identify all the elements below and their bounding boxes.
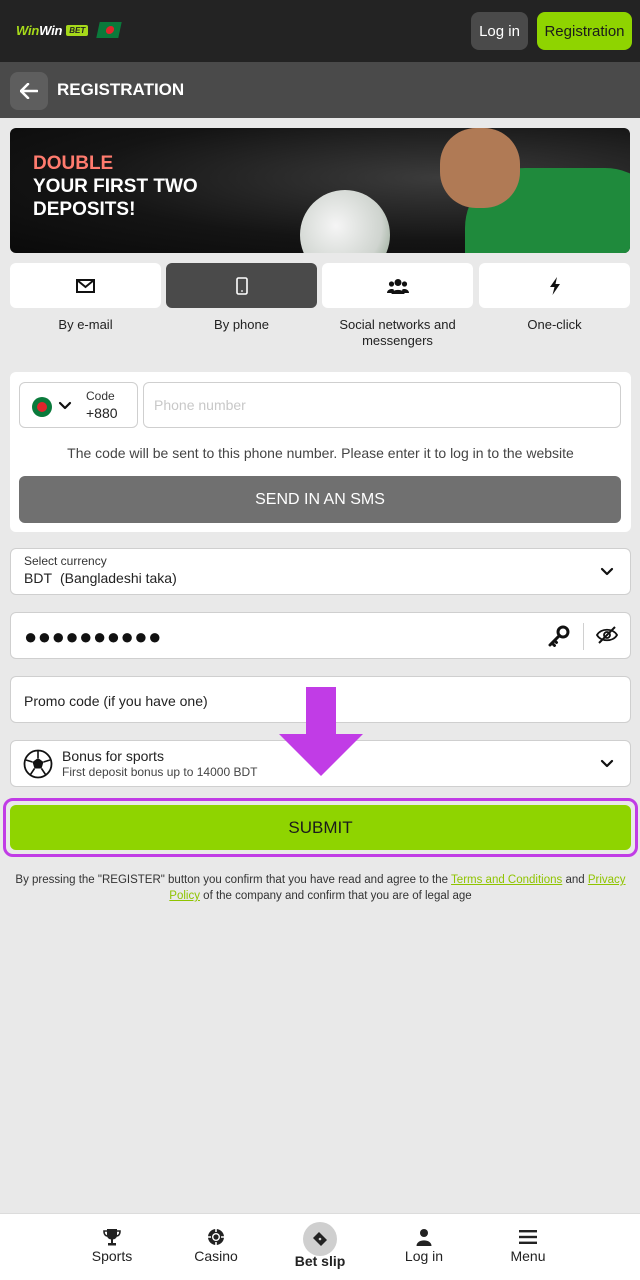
legal-before: By pressing the "REGISTER" button you co…	[15, 874, 452, 886]
promo-code-placeholder: Promo code (if you have one)	[24, 693, 208, 709]
bangladesh-flag-icon	[96, 22, 122, 38]
nav-login[interactable]: Log in	[372, 1214, 476, 1280]
legal-and: and	[562, 874, 588, 886]
trophy-icon	[103, 1229, 121, 1246]
promo-banner[interactable]: DOUBLE YOUR FIRST TWO DEPOSITS!	[10, 128, 630, 253]
bangladesh-flag-icon	[32, 397, 52, 417]
currency-select[interactable]: Select currency BDT (Bangladeshi taka)	[10, 548, 631, 595]
password-field[interactable]: ●●●●●●●●●●	[10, 612, 631, 659]
nav-sports-label: Sports	[91, 1248, 133, 1264]
chevron-down-icon	[600, 759, 614, 768]
logo-badge: BET	[66, 24, 89, 36]
code-value: +880	[86, 405, 118, 421]
currency-label: Select currency	[24, 554, 107, 568]
divider	[583, 623, 584, 650]
bonus-title: Bonus for sports	[62, 748, 164, 764]
header-registration-button[interactable]: Registration	[537, 12, 632, 50]
player-head-image	[440, 128, 520, 208]
chip-icon	[208, 1229, 224, 1245]
banner-line-2: YOUR FIRST TWO	[33, 176, 198, 197]
top-bar: WinWin BET Log in Registration	[0, 0, 640, 62]
nav-bet-slip[interactable]: Bet slip	[268, 1214, 372, 1280]
bottom-nav: Sports Casino Bet slip Log in Menu	[0, 1213, 640, 1280]
password-value: ●●●●●●●●●●	[24, 624, 162, 649]
nav-sports[interactable]: Sports	[60, 1214, 164, 1280]
nav-login-label: Log in	[404, 1248, 444, 1264]
submit-highlight: SUBMIT	[3, 798, 638, 857]
nav-casino-label: Casino	[194, 1248, 238, 1264]
terms-link[interactable]: Terms and Conditions	[451, 874, 562, 886]
legal-after: of the company and confirm that you are …	[199, 890, 472, 902]
header-login-button[interactable]: Log in	[471, 12, 528, 50]
user-icon	[416, 1229, 432, 1246]
send-sms-button[interactable]: SEND IN AN SMS	[19, 476, 621, 523]
logo-text: WinWin	[16, 22, 63, 38]
phone-card: Code +880 The code will be sent to this …	[10, 372, 631, 532]
bonus-subtitle: First deposit bonus up to 14000 BDT	[62, 765, 258, 779]
envelope-icon	[76, 278, 95, 293]
page-header: REGISTRATION	[0, 62, 640, 118]
nav-menu[interactable]: Menu	[476, 1214, 580, 1280]
method-one-click-label: One-click	[527, 317, 582, 332]
page-title: REGISTRATION	[57, 80, 185, 99]
method-one-click-button[interactable]	[479, 263, 630, 308]
back-button[interactable]	[10, 72, 48, 110]
menu-icon	[519, 1230, 537, 1244]
submit-button[interactable]: SUBMIT	[10, 805, 631, 850]
code-label: Code	[86, 389, 115, 403]
winwin-logo[interactable]: WinWin BET	[16, 22, 122, 38]
banner-headline: DOUBLE YOUR FIRST TWO DEPOSITS!	[33, 152, 198, 221]
nav-bet-slip-label: Bet slip	[294, 1253, 346, 1269]
country-code-select[interactable]: Code +880	[19, 382, 138, 428]
method-social-label: Social networks and messengers	[339, 317, 456, 348]
arrow-left-icon	[20, 83, 38, 99]
nav-menu-label: Menu	[510, 1248, 546, 1264]
phone-icon	[235, 276, 248, 295]
legal-text: By pressing the "REGISTER" button you co…	[10, 872, 631, 904]
method-social-button[interactable]	[322, 263, 473, 308]
ticket-icon	[313, 1232, 327, 1246]
football-image	[300, 190, 390, 253]
key-icon[interactable]	[548, 625, 570, 647]
method-phone-button[interactable]	[166, 263, 317, 308]
arrow-down-icon	[279, 687, 363, 776]
currency-name: (Bangladeshi taka)	[60, 570, 177, 586]
currency-value: BDT (Bangladeshi taka)	[24, 570, 177, 586]
chevron-down-icon	[58, 401, 72, 410]
football-icon	[23, 749, 53, 779]
nav-casino[interactable]: Casino	[164, 1214, 268, 1280]
currency-code: BDT	[24, 570, 52, 586]
method-email-label: By e-mail	[58, 317, 113, 332]
method-phone-label: By phone	[214, 317, 269, 332]
lightning-icon	[549, 276, 560, 295]
chevron-down-icon	[600, 567, 614, 576]
banner-highlight: DOUBLE	[33, 153, 114, 174]
banner-line-3: DEPOSITS!	[33, 199, 136, 220]
phone-number-input[interactable]	[143, 382, 621, 428]
users-icon	[386, 278, 409, 294]
method-email-button[interactable]	[10, 263, 161, 308]
eye-hidden-icon[interactable]	[596, 626, 618, 644]
phone-hint: The code will be sent to this phone numb…	[67, 445, 574, 461]
